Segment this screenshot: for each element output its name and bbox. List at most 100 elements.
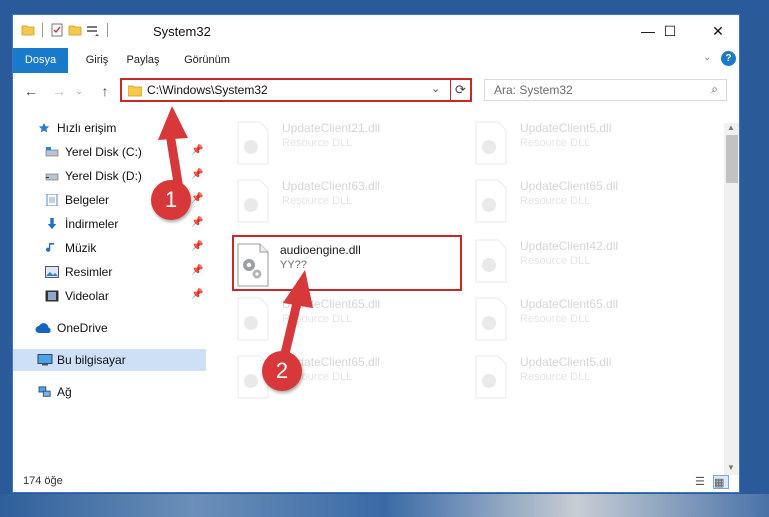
- pin-icon: 📌: [191, 289, 204, 300]
- tab-file[interactable]: Dosya: [13, 48, 68, 73]
- file-type: YY??: [280, 259, 307, 271]
- file-tile[interactable]: UpdateClient5.dll Resource DLL: [446, 113, 676, 169]
- file-type: Resource DLL: [520, 313, 591, 325]
- sidebar-item-label: Müzik: [65, 241, 97, 255]
- file-name: UpdateClient5.dll: [520, 355, 612, 369]
- toolbar-divider: [42, 23, 43, 37]
- details-view-icon[interactable]: ☰: [695, 475, 709, 488]
- window-title: System32: [153, 24, 211, 39]
- dll-file-icon: [475, 239, 507, 283]
- file-type: Resource DLL: [282, 313, 353, 325]
- quick-access-toolbar: [21, 23, 111, 37]
- dll-file-icon: [475, 297, 507, 341]
- sidebar-item-this-pc[interactable]: Bu bilgisayar: [13, 349, 206, 371]
- help-icon[interactable]: ?: [721, 51, 736, 66]
- dll-file-icon: [475, 121, 507, 165]
- address-path: C:\Windows\System32: [147, 83, 268, 97]
- pin-icon: 📌: [191, 193, 204, 204]
- file-type: Resource DLL: [282, 195, 353, 207]
- expand-ribbon-icon[interactable]: ⌄: [703, 52, 715, 64]
- refresh-icon[interactable]: ⟳: [455, 82, 466, 98]
- pictures-icon: [45, 266, 59, 278]
- file-type: Resource DLL: [520, 371, 591, 383]
- file-name: UpdateClient63.dll: [282, 179, 381, 193]
- sidebar-item-pictures[interactable]: Resimler 📌: [13, 261, 206, 283]
- file-tile[interactable]: UpdateClient65.dll Resource DLL: [208, 289, 438, 345]
- customize-toolbar-icon[interactable]: [86, 23, 100, 37]
- sidebar-item-label: Hızlı erişim: [57, 121, 117, 135]
- download-icon: [47, 218, 57, 230]
- recent-locations-chevron-icon[interactable]: ⌄: [69, 81, 89, 101]
- file-tile[interactable]: UpdateClient65.dll Resource DLL: [446, 289, 676, 345]
- back-arrow-icon[interactable]: ←: [21, 81, 41, 101]
- file-name: UpdateClient42.dll: [520, 239, 619, 253]
- star-icon: [38, 122, 50, 133]
- step-1-badge: 1: [151, 180, 191, 220]
- sidebar-item-videos[interactable]: Videolar 📌: [13, 285, 206, 307]
- sidebar-item-network[interactable]: Ağ: [13, 381, 206, 403]
- scroll-up-icon[interactable]: ▲: [727, 123, 735, 132]
- search-placeholder: Ara: System32: [494, 83, 573, 97]
- title-bar: System32 — ☐ ✕: [13, 15, 739, 48]
- computer-icon: [37, 354, 53, 366]
- file-tile[interactable]: UpdateClient5.dll Resource DLL: [446, 347, 676, 403]
- file-tile-audioengine[interactable]: audioengine.dll YY??: [232, 235, 462, 291]
- forward-arrow-icon[interactable]: →: [49, 81, 69, 101]
- tab-home[interactable]: Giriş: [79, 48, 115, 73]
- cloud-icon: [35, 323, 51, 333]
- videos-icon: [45, 290, 59, 302]
- file-tile[interactable]: UpdateClient63.dll Resource DLL: [208, 171, 438, 227]
- properties-icon[interactable]: [50, 23, 64, 37]
- network-icon: [38, 386, 51, 397]
- sidebar-item-quick-access[interactable]: Hızlı erişim: [13, 117, 206, 139]
- pin-icon: 📌: [191, 145, 204, 156]
- address-divider: [450, 80, 451, 100]
- address-bar[interactable]: C:\Windows\System32 ⌄ ⟳: [120, 78, 472, 102]
- folder-icon: [128, 85, 142, 97]
- file-type: Resource DLL: [520, 255, 591, 267]
- sidebar-item-label: Bu bilgisayar: [57, 353, 126, 367]
- toolbar-divider: [107, 23, 108, 37]
- music-icon: [46, 242, 55, 252]
- search-icon[interactable]: ⌕: [711, 82, 718, 97]
- file-name: UpdateClient5.dll: [520, 121, 612, 135]
- close-button[interactable]: ✕: [695, 15, 739, 47]
- pin-icon: 📌: [191, 241, 204, 252]
- tab-view[interactable]: Görünüm: [177, 48, 237, 73]
- file-tile[interactable]: UpdateClient42.dll Resource DLL: [446, 231, 676, 287]
- item-count: 174 öğe: [23, 475, 63, 487]
- maximize-button[interactable]: ☐: [647, 15, 693, 47]
- sidebar-item-onedrive[interactable]: OneDrive: [13, 317, 206, 339]
- tiles-view-icon[interactable]: ▦: [713, 475, 729, 489]
- file-type: Resource DLL: [520, 195, 591, 207]
- pin-icon: 📌: [191, 217, 204, 228]
- pin-icon: 📌: [191, 265, 204, 276]
- step-2-badge: 2: [262, 351, 302, 391]
- dll-file-icon: [237, 179, 269, 223]
- ribbon: Dosya Giriş Paylaş Görünüm ⌄ ?: [13, 48, 739, 74]
- dll-file-icon: [475, 355, 507, 399]
- navigation-bar: ← → ⌄ ↑ C:\Windows\System32 ⌄ ⟳ Ara: Sys…: [13, 73, 739, 109]
- sidebar-item-label: Yerel Disk (D:): [65, 169, 142, 183]
- pin-icon: 📌: [191, 169, 204, 180]
- drive-icon: [45, 173, 59, 181]
- file-tile[interactable]: UpdateClient65.dll Resource DLL: [446, 171, 676, 227]
- file-list: UpdateClient21.dll Resource DLL UpdateCl…: [208, 109, 724, 469]
- documents-icon: [46, 194, 58, 206]
- dll-file-icon: [237, 243, 269, 287]
- up-arrow-icon[interactable]: ↑: [95, 81, 115, 101]
- address-dropdown-icon[interactable]: ⌄: [431, 82, 440, 95]
- tab-share[interactable]: Paylaş: [121, 48, 165, 73]
- file-tile[interactable]: UpdateClient65.dll Resource DLL: [208, 347, 438, 403]
- sidebar-item-local-disk-c[interactable]: Yerel Disk (C:) 📌: [13, 141, 206, 163]
- search-input[interactable]: Ara: System32 ⌕: [484, 79, 727, 101]
- file-tile[interactable]: UpdateClient21.dll Resource DLL: [208, 113, 438, 169]
- sidebar-item-music[interactable]: Müzik 📌: [13, 237, 206, 259]
- file-explorer-window: System32 — ☐ ✕ Dosya Giriş Paylaş Görünü…: [12, 14, 740, 493]
- vertical-scrollbar[interactable]: ▲ ▼: [724, 123, 739, 475]
- scroll-thumb[interactable]: [726, 135, 738, 183]
- sidebar-item-label: Resimler: [65, 265, 113, 279]
- file-type: Resource DLL: [520, 137, 591, 149]
- file-name: UpdateClient65.dll: [282, 297, 381, 311]
- new-folder-icon[interactable]: [68, 23, 82, 37]
